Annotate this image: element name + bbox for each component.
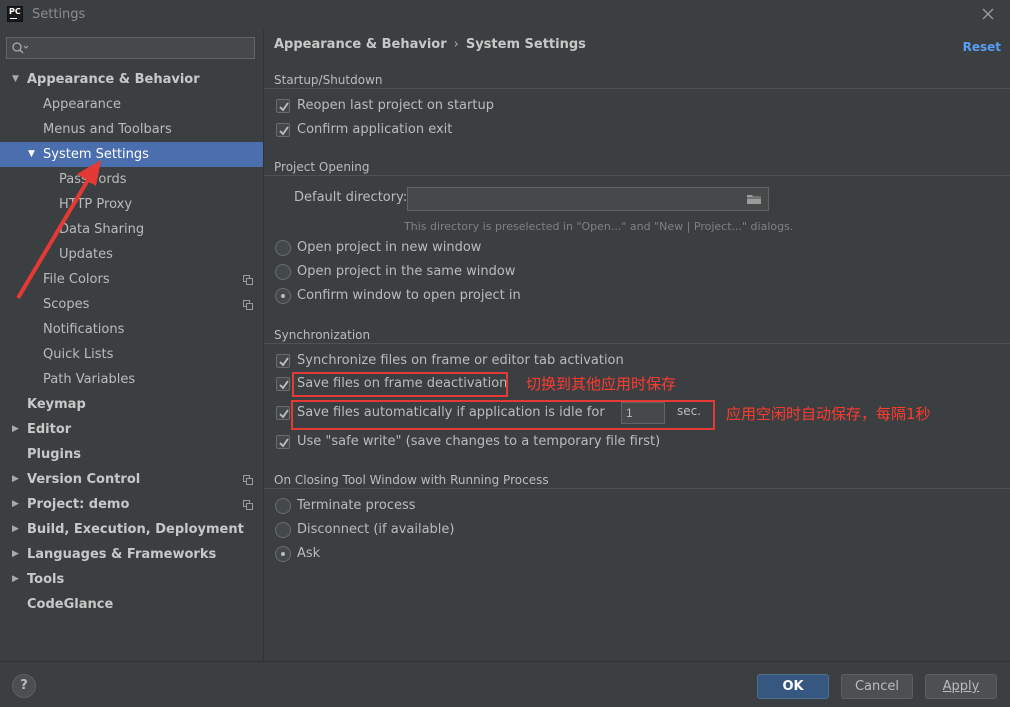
tree-item-scopes[interactable]: Scopes — [0, 292, 263, 317]
section-title-startup: Startup/Shutdown — [274, 73, 383, 87]
radio-ask[interactable]: Ask — [275, 545, 320, 563]
annotation-note-deactivation: 切换到其他应用时保存 — [526, 375, 677, 393]
radio-button-selected-icon[interactable] — [275, 288, 291, 304]
breadcrumb-parent: Appearance & Behavior — [274, 37, 447, 52]
project-level-icon — [243, 300, 253, 310]
radio-disconnect[interactable]: Disconnect (if available) — [275, 521, 455, 539]
tree-item-system-settings[interactable]: ▼ System Settings — [0, 142, 263, 167]
tree-item-quick-lists[interactable]: Quick Lists — [0, 342, 263, 367]
radio-open-same-window[interactable]: Open project in the same window — [275, 263, 515, 281]
close-icon[interactable] — [980, 6, 996, 22]
breadcrumb-separator: › — [453, 37, 459, 52]
project-level-icon — [243, 475, 253, 485]
cancel-button[interactable]: Cancel — [841, 674, 913, 699]
folder-icon[interactable] — [746, 193, 762, 205]
window-title: Settings — [32, 7, 86, 22]
section-divider — [264, 88, 1010, 89]
radio-confirm-window[interactable]: Confirm window to open project in — [275, 287, 521, 305]
checkbox-checked-icon[interactable] — [276, 377, 290, 391]
tree-item-path-variables[interactable]: Path Variables — [0, 367, 263, 392]
pycharm-logo-icon: PC — [7, 6, 23, 22]
chevron-right-icon[interactable]: ▶ — [12, 417, 19, 442]
dialog-footer: ? OK Cancel Apply — [0, 661, 1010, 707]
chevron-right-icon[interactable]: ▶ — [12, 567, 19, 592]
radio-open-new-window[interactable]: Open project in new window — [275, 239, 481, 257]
tree-item-editor[interactable]: ▶ Editor — [0, 417, 263, 442]
tree-item-updates[interactable]: Updates — [0, 242, 263, 267]
settings-content: Appearance & Behavior › System Settings Re… — [264, 30, 1010, 661]
search-icon — [12, 42, 29, 54]
search-input[interactable] — [31, 39, 251, 57]
chevron-down-icon[interactable]: ▼ — [28, 142, 35, 167]
checkbox-checked-icon[interactable] — [276, 354, 290, 368]
section-title-closing-tool: On Closing Tool Window with Running Proc… — [274, 473, 549, 487]
highlight-box-deactivation — [292, 372, 508, 397]
help-button[interactable]: ? — [12, 674, 36, 698]
radio-button-selected-icon[interactable] — [275, 546, 291, 562]
tree-item-menus-toolbars[interactable]: Menus and Toolbars — [0, 117, 263, 142]
title-bar: PC Settings — [0, 0, 1010, 30]
chevron-down-icon[interactable]: ▼ — [12, 67, 19, 92]
breadcrumb: Appearance & Behavior › System Settings — [274, 37, 586, 52]
tree-item-appearance[interactable]: Appearance — [0, 92, 263, 117]
tree-item-file-colors[interactable]: File Colors — [0, 267, 263, 292]
default-directory-input[interactable] — [412, 190, 732, 208]
tree-item-data-sharing[interactable]: Data Sharing — [0, 217, 263, 242]
radio-button-icon[interactable] — [275, 264, 291, 280]
tree-item-passwords[interactable]: Passwords — [0, 167, 263, 192]
checkbox-checked-icon[interactable] — [276, 406, 290, 420]
section-divider — [264, 343, 1010, 344]
checkbox-checked-icon[interactable] — [276, 99, 290, 113]
project-level-icon — [243, 275, 253, 285]
radio-button-icon[interactable] — [275, 522, 291, 538]
tree-item-project-demo[interactable]: ▶ Project: demo — [0, 492, 263, 517]
tree-item-version-control[interactable]: ▶ Version Control — [0, 467, 263, 492]
settings-search-box[interactable] — [6, 37, 255, 59]
section-divider — [264, 175, 1010, 176]
default-directory-label: Default directory: — [294, 190, 408, 205]
tree-item-codeglance[interactable]: CodeGlance — [0, 592, 263, 617]
default-directory-field[interactable] — [407, 187, 769, 211]
tree-item-build-execution-deployment[interactable]: ▶ Build, Execution, Deployment — [0, 517, 263, 542]
tree-item-http-proxy[interactable]: HTTP Proxy — [0, 192, 263, 217]
project-level-icon — [243, 500, 253, 510]
chevron-right-icon[interactable]: ▶ — [12, 492, 19, 517]
apply-button[interactable]: Apply — [925, 674, 997, 699]
chevron-right-icon[interactable]: ▶ — [12, 542, 19, 567]
reopen-project-checkbox[interactable]: Reopen last project on startup — [276, 97, 494, 115]
tree-item-plugins[interactable]: Plugins — [0, 442, 263, 467]
chevron-right-icon[interactable]: ▶ — [12, 467, 19, 492]
default-directory-hint: This directory is preselected in "Open..… — [404, 220, 794, 233]
tree-item-tools[interactable]: ▶ Tools — [0, 567, 263, 592]
settings-sidebar: ▼ Appearance & Behavior Appearance Menus… — [0, 30, 263, 661]
settings-tree: ▼ Appearance & Behavior Appearance Menus… — [0, 67, 263, 617]
checkbox-checked-icon[interactable] — [276, 435, 290, 449]
radio-button-icon[interactable] — [275, 240, 291, 256]
radio-button-icon[interactable] — [275, 498, 291, 514]
tree-item-languages-frameworks[interactable]: ▶ Languages & Frameworks — [0, 542, 263, 567]
checkbox-checked-icon[interactable] — [276, 123, 290, 137]
safe-write-checkbox[interactable]: Use "safe write" (save changes to a temp… — [276, 433, 660, 451]
radio-terminate-process[interactable]: Terminate process — [275, 497, 416, 515]
breadcrumb-current: System Settings — [465, 37, 586, 52]
chevron-right-icon[interactable]: ▶ — [12, 517, 19, 542]
annotation-note-idle: 应用空闲时自动保存，每隔1秒 — [726, 405, 931, 423]
reset-link[interactable]: Reset — [963, 40, 1001, 54]
confirm-exit-checkbox[interactable]: Confirm application exit — [276, 121, 452, 139]
section-divider — [264, 488, 1010, 489]
sync-files-checkbox[interactable]: Synchronize files on frame or editor tab… — [276, 352, 624, 370]
section-title-project-opening: Project Opening — [274, 160, 370, 174]
section-title-synchronization: Synchronization — [274, 328, 371, 342]
highlight-box-idle — [291, 400, 715, 430]
tree-item-appearance-behavior[interactable]: ▼ Appearance & Behavior — [0, 67, 263, 92]
tree-item-notifications[interactable]: Notifications — [0, 317, 263, 342]
tree-item-keymap[interactable]: Keymap — [0, 392, 263, 417]
ok-button[interactable]: OK — [757, 674, 829, 699]
